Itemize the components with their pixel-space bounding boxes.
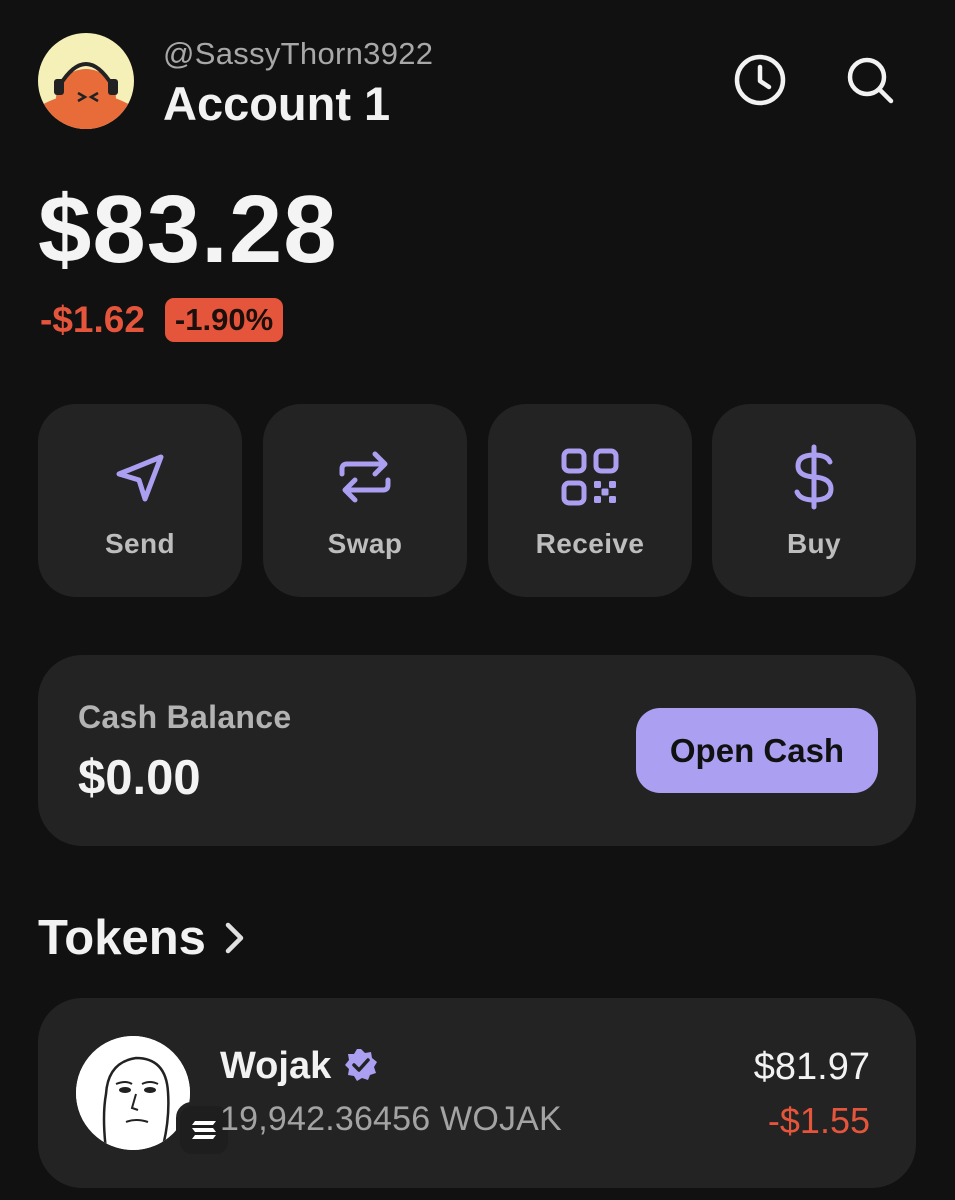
wallet-home-screen: @SassyThorn3922 Account 1 $83.28 -$1.62 …: [0, 0, 955, 1200]
dollar-icon: [712, 444, 916, 510]
chevron-right-icon: [224, 921, 246, 960]
total-balance: $83.28: [38, 176, 338, 283]
account-handle[interactable]: @SassyThorn3922: [163, 36, 433, 72]
cash-balance-value: $0.00: [78, 751, 201, 805]
send-button[interactable]: Send: [38, 404, 242, 597]
token-value: $81.97: [753, 1046, 870, 1088]
wojak-token-logo: [76, 1036, 190, 1150]
tokens-title: Tokens: [38, 911, 206, 965]
open-cash-button[interactable]: Open Cash: [636, 708, 878, 793]
swap-label: Swap: [327, 528, 403, 559]
token-change: -$1.55: [767, 1100, 870, 1141]
balance-change-percent: -1.90%: [174, 302, 274, 337]
balance-change-amount: -$1.62: [40, 299, 145, 340]
receive-button[interactable]: Receive: [488, 404, 692, 597]
swap-button[interactable]: Swap: [263, 404, 467, 597]
buy-button[interactable]: Buy: [712, 404, 916, 597]
history-icon[interactable]: [732, 52, 788, 108]
token-amount: 19,942.36456 WOJAK: [220, 1100, 562, 1138]
receive-label: Receive: [535, 528, 645, 559]
verified-badge-icon: [343, 1047, 379, 1088]
balance-change-row: -$1.62 -1.90%: [40, 298, 284, 342]
qr-code-icon: [488, 446, 692, 508]
swap-icon: [263, 446, 467, 508]
token-name: Wojak: [220, 1044, 332, 1087]
tokens-section-header[interactable]: Tokens: [38, 910, 246, 966]
cash-balance-card[interactable]: Cash Balance $0.00 Open Cash: [38, 655, 916, 846]
account-avatar[interactable]: [38, 33, 134, 129]
buy-label: Buy: [786, 528, 842, 559]
token-name-row: Wojak: [220, 1044, 379, 1088]
send-icon: [38, 446, 242, 508]
token-row-wojak[interactable]: Wojak 19,942.36456 WOJAK $81.97 -$1.55: [38, 998, 916, 1188]
cash-balance-label: Cash Balance: [78, 699, 292, 735]
account-name[interactable]: Account 1: [163, 76, 390, 131]
search-icon[interactable]: [842, 52, 898, 108]
balance-change-percent-badge: -1.90%: [164, 298, 284, 342]
send-label: Send: [104, 528, 176, 559]
